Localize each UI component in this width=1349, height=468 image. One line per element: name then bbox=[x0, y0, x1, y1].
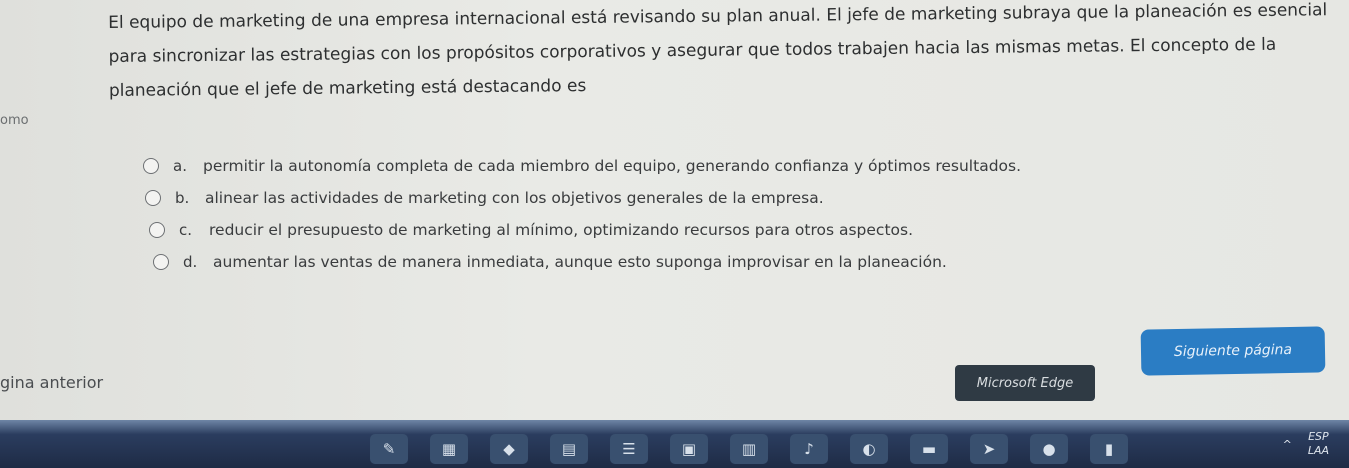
option-c-text: reducir el presupuesto de marketing al m… bbox=[209, 221, 914, 239]
cropped-text-fragment: omo bbox=[0, 113, 29, 128]
taskbar-app-icon[interactable]: ▥ bbox=[730, 434, 768, 464]
question-text: El equipo de marketing de una empresa in… bbox=[108, 0, 1328, 101]
radio-b[interactable] bbox=[145, 190, 161, 206]
language-indicator[interactable]: ESP LAA bbox=[1308, 430, 1329, 458]
radio-d[interactable] bbox=[153, 254, 169, 270]
option-a-letter: a. bbox=[173, 157, 187, 175]
taskbar-app-icon[interactable]: ▤ bbox=[550, 434, 588, 464]
option-b[interactable]: b. alinear las actividades de marketing … bbox=[145, 182, 1255, 214]
next-page-button[interactable]: Siguiente página bbox=[1140, 326, 1326, 376]
taskbar-app-icon[interactable]: ➤ bbox=[970, 434, 1008, 464]
radio-a[interactable] bbox=[143, 158, 159, 174]
taskbar: ✎ ▦ ◆ ▤ ☰ ▣ ▥ ♪ ◐ ▬ ➤ ● ▮ ^ ESP LAA bbox=[0, 420, 1349, 468]
taskbar-app-icons: ✎ ▦ ◆ ▤ ☰ ▣ ▥ ♪ ◐ ▬ ➤ ● ▮ bbox=[370, 434, 1128, 464]
option-b-letter: b. bbox=[175, 189, 190, 207]
option-d-letter: d. bbox=[183, 253, 198, 271]
taskbar-app-icon[interactable]: ▬ bbox=[910, 434, 948, 464]
taskbar-app-icon[interactable]: ● bbox=[1030, 434, 1068, 464]
taskbar-app-icon[interactable]: ▦ bbox=[430, 434, 468, 464]
radio-c[interactable] bbox=[149, 222, 165, 238]
option-d[interactable]: d. aumentar las ventas de manera inmedia… bbox=[153, 246, 1255, 278]
option-a[interactable]: a. permitir la autonomía completa de cad… bbox=[143, 150, 1255, 182]
keyboard-layout: LAA bbox=[1307, 444, 1329, 457]
system-tray: ^ ESP LAA bbox=[1283, 420, 1329, 468]
option-c-letter: c. bbox=[179, 221, 193, 239]
previous-page-button[interactable]: gina anterior bbox=[0, 373, 103, 392]
edge-browser-icon[interactable]: ◐ bbox=[850, 434, 888, 464]
taskbar-app-icon[interactable]: ✎ bbox=[370, 434, 408, 464]
quiz-page: El equipo de marketing de una empresa in… bbox=[0, 0, 1349, 468]
taskbar-app-icon[interactable]: ▣ bbox=[670, 434, 708, 464]
language-code: ESP bbox=[1308, 430, 1329, 443]
option-c[interactable]: c. reducir el presupuesto de marketing a… bbox=[149, 214, 1255, 246]
option-d-text: aumentar las ventas de manera inmediata,… bbox=[213, 253, 947, 271]
taskbar-app-icon[interactable]: ◆ bbox=[490, 434, 528, 464]
taskbar-app-icon[interactable]: ☰ bbox=[610, 434, 648, 464]
option-a-text: permitir la autonomía completa de cada m… bbox=[203, 157, 1022, 175]
taskbar-app-icon[interactable]: ♪ bbox=[790, 434, 828, 464]
answer-options: a. permitir la autonomía completa de cad… bbox=[135, 150, 1255, 278]
tray-chevron-icon[interactable]: ^ bbox=[1283, 438, 1292, 451]
taskbar-app-icon[interactable]: ▮ bbox=[1090, 434, 1128, 464]
option-b-text: alinear las actividades de marketing con… bbox=[205, 189, 824, 207]
taskbar-tooltip: Microsoft Edge bbox=[955, 365, 1095, 401]
